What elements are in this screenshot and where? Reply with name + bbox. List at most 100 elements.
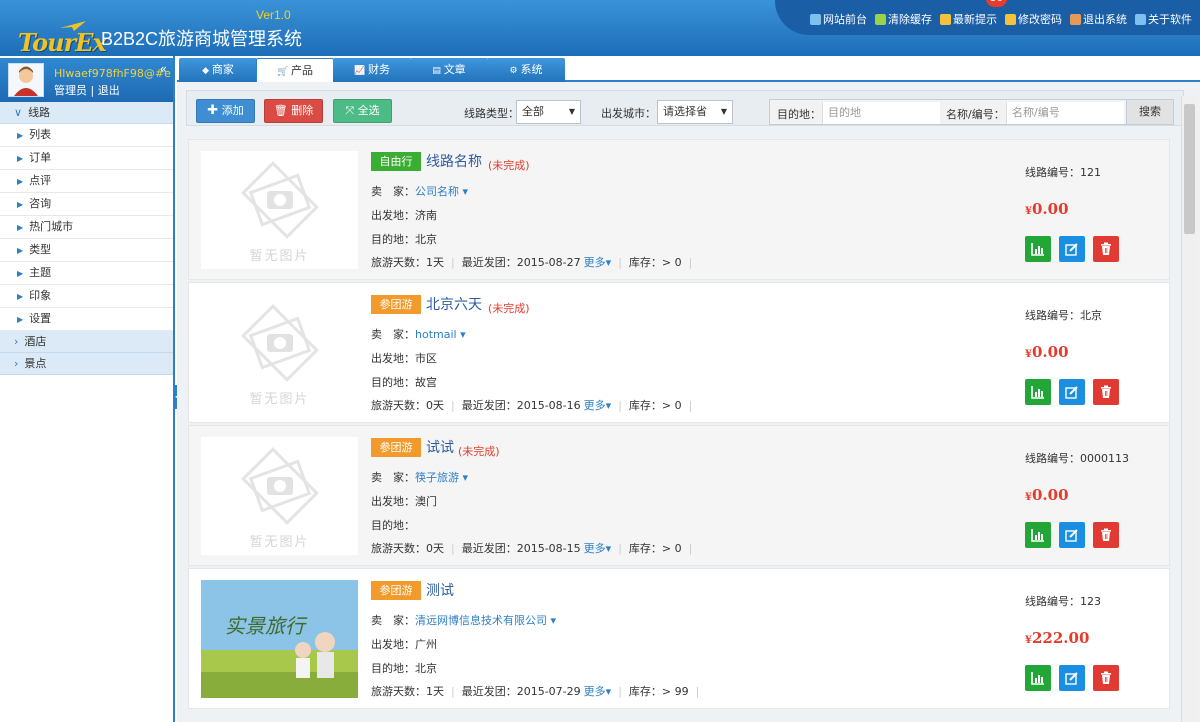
scroll-thumb[interactable]	[1184, 104, 1195, 234]
top-link-monitor[interactable]: 网站前台	[810, 11, 867, 27]
divider: |	[451, 399, 455, 412]
edit-button[interactable]	[1059, 236, 1085, 262]
sidebar-item[interactable]: ▶ 咨询	[0, 193, 173, 216]
trash-icon	[1101, 528, 1111, 541]
seller-link[interactable]: 公司名称	[415, 185, 459, 198]
tab-1[interactable]: 🛒 产品	[256, 58, 334, 82]
no-image-placeholder[interactable]: 暂无图片	[201, 437, 358, 555]
sidebar-item[interactable]: ▶ 点评	[0, 170, 173, 193]
product-price: ¥222.00	[1025, 629, 1090, 647]
caret-down-icon: ▾	[459, 471, 469, 484]
edit-icon	[1065, 243, 1078, 256]
route-code: 线路编号：0000113	[1025, 452, 1129, 465]
chevron-right-icon: ›	[14, 357, 19, 370]
stats-button[interactable]	[1025, 665, 1051, 691]
top-links: 网站前台 清除缓存 最新提示 修改密码 退出系统 关于软件	[810, 11, 1192, 27]
caret-down-icon: ▼	[720, 107, 727, 116]
product-name[interactable]: 线路名称	[426, 151, 482, 171]
scrollbar[interactable]	[1181, 96, 1197, 722]
user-role-logout[interactable]: 管理员 | 退出	[54, 82, 120, 98]
top-bar: 网站前台清除缓存最新提示修改密码退出系统关于软件 36	[775, 0, 1200, 35]
seller-link[interactable]: hotmail	[415, 328, 457, 341]
divider: |	[451, 685, 455, 698]
divider: |	[451, 256, 455, 269]
collapse-icon[interactable]: «	[160, 62, 167, 76]
top-link-door[interactable]: 退出系统	[1070, 11, 1127, 27]
user-panel: Hlwaef978fhF98@#e 管理员 | 退出 «	[0, 58, 173, 102]
product-name[interactable]: 试试	[426, 437, 454, 457]
product-thumbnail[interactable]: 实景旅行	[201, 580, 358, 698]
plane-icon	[60, 21, 86, 31]
stock-value: > 99	[661, 685, 689, 698]
sidebar-item[interactable]: ▶ 印象	[0, 285, 173, 308]
delete-button[interactable]: 🗑 删除	[264, 99, 323, 123]
recent-date: 2015-08-16	[516, 399, 581, 412]
stats-button[interactable]	[1025, 522, 1051, 548]
edit-button[interactable]	[1059, 379, 1085, 405]
trash-icon: 🗑	[273, 104, 288, 117]
add-button[interactable]: ✚ 添加	[196, 99, 255, 123]
sidebar-group[interactable]: › 景点	[0, 353, 173, 375]
no-image-placeholder[interactable]: 暂无图片	[201, 294, 358, 412]
caret-down-icon: ▾	[605, 542, 612, 555]
stats-button[interactable]	[1025, 379, 1051, 405]
tab-0[interactable]: ◆ 商家	[179, 58, 257, 82]
city-select[interactable]: 请选择省 ▼	[657, 100, 733, 124]
currency-symbol: ¥	[1025, 492, 1032, 503]
more-dates-link[interactable]: 更多▾	[584, 399, 612, 412]
bar-chart-icon	[1031, 529, 1044, 542]
notification-badge: 36	[986, 0, 1007, 7]
sidebar-group[interactable]: › 酒店	[0, 331, 173, 353]
route-type-select[interactable]: 全部 ▼	[516, 100, 581, 124]
more-dates-link[interactable]: 更多▾	[584, 542, 612, 555]
delete-product-button[interactable]	[1093, 665, 1119, 691]
more-dates-link[interactable]: 更多▾	[584, 256, 612, 269]
monitor-icon	[810, 13, 821, 25]
divider: |	[618, 256, 622, 269]
more-dates-link[interactable]: 更多▾	[584, 685, 612, 698]
select-all-button[interactable]: ⤧ 全选	[333, 99, 392, 123]
top-link-bell[interactable]: 最新提示	[940, 11, 997, 27]
tab-2[interactable]: 📈 财务	[333, 58, 411, 82]
delete-product-button[interactable]	[1093, 522, 1119, 548]
sidebar-item[interactable]: ▶ 热门城市	[0, 216, 173, 239]
top-link-lock[interactable]: 修改密码	[1005, 11, 1062, 27]
top-link-info[interactable]: 关于软件	[1135, 11, 1192, 27]
top-link-refresh[interactable]: 清除缓存	[875, 11, 932, 27]
seller-link[interactable]: 清远网博信息技术有限公司	[415, 614, 547, 627]
search-button[interactable]: 搜索	[1126, 100, 1173, 124]
avatar[interactable]	[8, 63, 44, 97]
sidebar-item[interactable]: ▶ 设置	[0, 308, 173, 331]
edit-icon	[1065, 386, 1078, 399]
product-type-tag: 参团游	[371, 438, 421, 457]
edit-button[interactable]	[1059, 522, 1085, 548]
recent-date: 2015-07-29	[516, 685, 581, 698]
tab-4[interactable]: ⚙ 系统	[487, 58, 565, 82]
tourex-logo[interactable]: TourEx	[8, 10, 107, 57]
sidebar-item[interactable]: ▶ 订单	[0, 147, 173, 170]
delete-product-button[interactable]	[1093, 379, 1119, 405]
edit-button[interactable]	[1059, 665, 1085, 691]
sidebar-item[interactable]: ▶ 主题	[0, 262, 173, 285]
seller-link[interactable]: 筷子旅游	[415, 471, 459, 484]
no-image-placeholder[interactable]: 暂无图片	[201, 151, 358, 269]
tab-3[interactable]: ▤ 文章	[410, 58, 488, 82]
product-name[interactable]: 北京六天	[426, 294, 482, 314]
sidebar-item[interactable]: ▶ 列表	[0, 124, 173, 147]
gear-icon: ⚙	[509, 66, 521, 76]
name-code-input[interactable]: 名称/编号	[1006, 102, 1124, 124]
currency-symbol: ¥	[1025, 349, 1032, 360]
caret-right-icon: ▶	[17, 177, 24, 186]
bar-chart-icon	[1031, 386, 1044, 399]
delete-product-button[interactable]	[1093, 236, 1119, 262]
product-name[interactable]: 测试	[426, 580, 454, 600]
edit-icon	[1065, 672, 1078, 685]
sidebar-item[interactable]: ▶ 类型	[0, 239, 173, 262]
stats-button[interactable]	[1025, 236, 1051, 262]
sidebar-group[interactable]: ∨ 线路	[0, 102, 173, 124]
destination-input[interactable]: 目的地	[822, 102, 940, 124]
caret-down-icon: ▾	[547, 614, 557, 627]
meta-row: 旅游天数：1天 | 最近发团：2015-08-27 更多▾ | 库存：> 0 |	[371, 256, 693, 269]
product-type-tag: 自由行	[371, 152, 421, 171]
divider: |	[618, 685, 622, 698]
